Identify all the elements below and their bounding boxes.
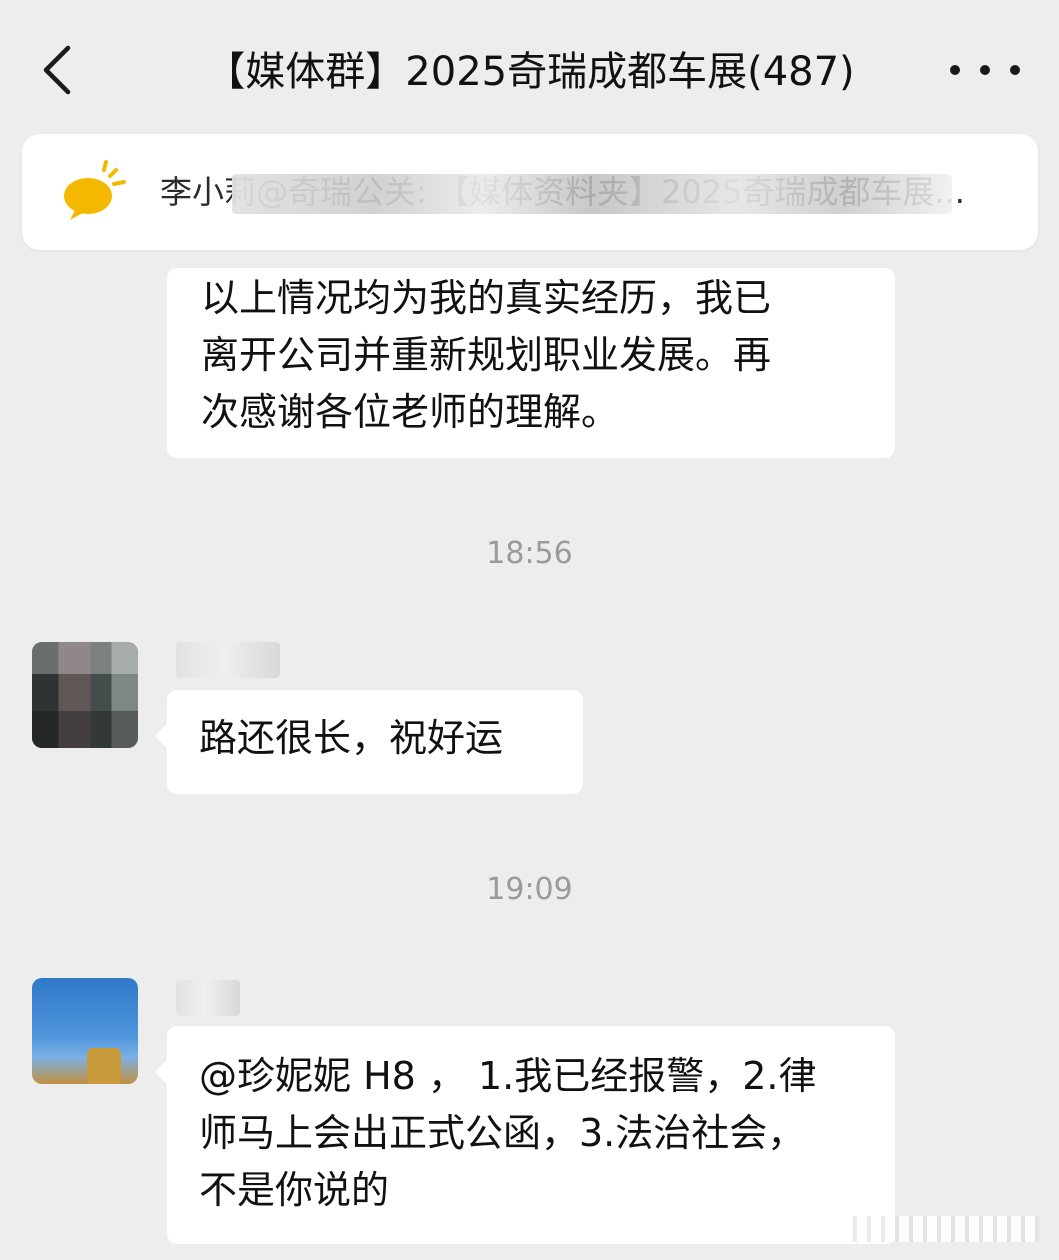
message-timestamp: 19:09 bbox=[486, 872, 573, 907]
pinned-redaction bbox=[232, 174, 952, 214]
more-dots-icon bbox=[980, 65, 990, 75]
speech-bubble-icon bbox=[64, 160, 126, 220]
sender-avatar[interactable] bbox=[32, 642, 138, 748]
message-line: 离开公司并重新规划职业发展。再 bbox=[201, 333, 772, 377]
message-line: 不是你说的 bbox=[199, 1168, 390, 1212]
more-dots-icon bbox=[950, 65, 960, 75]
more-options-button[interactable] bbox=[950, 52, 1020, 88]
message-timestamp: 18:56 bbox=[486, 536, 573, 571]
message-line: @珍妮妮 H8 ， 1.我已经报警，2.律 bbox=[199, 1054, 817, 1098]
sender-name-redacted bbox=[176, 980, 240, 1016]
sender-avatar[interactable] bbox=[32, 978, 138, 1084]
more-dots-icon bbox=[1010, 65, 1020, 75]
bubble-tail bbox=[155, 1060, 167, 1084]
sender-name-redacted bbox=[176, 642, 280, 678]
pinned-message-bar[interactable]: 李小莉@奇瑞公关: 【媒体资料夹】2025奇瑞成都车展... bbox=[22, 134, 1038, 250]
message-line: 次感谢各位老师的理解。 bbox=[201, 390, 620, 434]
message-bubble[interactable]: @珍妮妮 H8 ， 1.我已经报警，2.律 师马上会出正式公函，3.法治社会， … bbox=[155, 1026, 895, 1244]
message-line: 师马上会出正式公函，3.法治社会， bbox=[199, 1111, 806, 1155]
back-button[interactable] bbox=[38, 42, 78, 98]
bubble-tail bbox=[155, 724, 167, 748]
chat-title: 【媒体群】2025奇瑞成都车展(487) bbox=[205, 49, 855, 95]
message-bubble[interactable]: 以上情况均为我的真实经历，我已 离开公司并重新规划职业发展。再 次感谢各位老师的… bbox=[167, 268, 895, 458]
chevron-left-icon bbox=[43, 45, 71, 95]
watermark bbox=[843, 1216, 1039, 1242]
message-line: 以上情况均为我的真实经历，我已 bbox=[201, 276, 772, 320]
message-line: 路还很长，祝好运 bbox=[199, 716, 504, 760]
navigation-bar: 【媒体群】2025奇瑞成都车展(487) bbox=[0, 0, 1059, 140]
message-bubble[interactable]: 路还很长，祝好运 bbox=[155, 690, 583, 794]
